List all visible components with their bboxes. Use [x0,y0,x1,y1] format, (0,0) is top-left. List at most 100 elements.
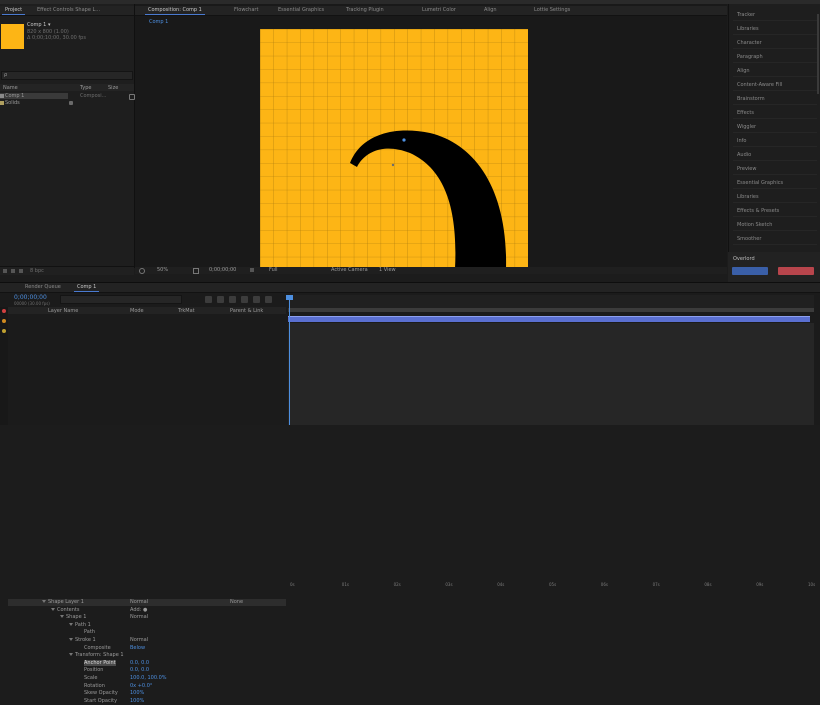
col-trkmat[interactable]: TrkMat [178,308,195,314]
panel-item-audio[interactable]: Audio [733,150,817,161]
layer-property-name[interactable]: Start Opacity [84,698,117,704]
property-value[interactable]: 0.0, 0.0 [130,660,149,666]
zoom-level[interactable]: 50% [157,267,168,273]
viewer-timecode[interactable]: 0;00;00;00 [209,267,236,273]
layer-property-name[interactable]: Contents [57,607,80,613]
graph-editor-icon[interactable] [253,296,260,303]
panel-item-preview[interactable]: Preview [733,164,817,175]
tab-render-queue[interactable]: Render Queue [22,284,64,291]
panel-item-libraries[interactable]: Libraries [733,24,817,35]
project-item-comp[interactable]: Comp 1 [0,93,68,99]
tab-composition[interactable]: Composition: Comp 1 [145,7,205,15]
frame-blending-icon[interactable] [229,296,236,303]
property-row[interactable]: Scale 100.0, 100.0% [8,675,286,682]
layer-row[interactable]: Shape Layer 1 Normal None [8,599,286,606]
property-row[interactable]: Stroke 1 Normal [8,637,286,644]
property-value[interactable]: Below [130,645,145,651]
col-name[interactable]: Name [3,85,18,91]
tab-lumetri-color[interactable]: Lumetri Color [419,7,459,14]
property-row[interactable]: Rotation 0x +0.0° [8,683,286,690]
property-value[interactable]: 100% [130,690,144,696]
layer-property-name[interactable]: Path [84,629,95,635]
panel-item-content-aware-fill[interactable]: Content-Aware Fill [733,80,817,91]
disclosure-triangle-icon[interactable] [51,607,55,611]
tab-essential-graphics[interactable]: Essential Graphics [275,7,327,14]
right-panel-scrollbar[interactable] [817,14,819,94]
property-row[interactable]: Path 1 [8,622,286,629]
project-item-folder[interactable]: Solids [0,100,68,106]
property-value[interactable]: 100.0, 100.0% [130,675,167,681]
panel-item-character[interactable]: Character [733,38,817,49]
layer-property-name[interactable]: Anchor Point [84,659,116,666]
layer-property-name[interactable]: Skew Opacity [84,690,118,696]
motion-blur-icon[interactable] [241,296,248,303]
property-row[interactable]: Path [8,629,286,636]
property-row[interactable]: Transform: Shape 1 [8,652,286,659]
property-row[interactable]: Composite Below [8,645,286,652]
tab-tracking-plugin[interactable]: Tracking Plugin [343,7,387,14]
property-row[interactable]: Anchor Point 0.0, 0.0 [8,659,286,667]
resolution-select[interactable]: Full [269,267,278,273]
property-value[interactable]: 0x +0.0° [130,683,152,689]
layer-property-name[interactable]: Position [84,667,103,673]
layer-property-name[interactable]: Shape 1 [66,614,86,620]
shy-layers-icon[interactable] [217,296,224,303]
panel-item-align[interactable]: Align [733,66,817,77]
playhead[interactable] [289,295,290,425]
anchor-point-icon[interactable] [402,138,406,142]
layer-property-name[interactable]: Rotation [84,683,105,689]
property-row[interactable]: Shape 1 Normal [8,614,286,621]
link-icon[interactable] [69,101,73,105]
work-area-bar[interactable] [288,308,814,312]
blue-action-button[interactable] [732,267,768,275]
camera-select[interactable]: Active Camera [331,267,368,273]
property-row[interactable]: Position 0.0, 0.0 [8,667,286,674]
time-ruler[interactable] [288,295,814,309]
composition-canvas[interactable] [260,29,528,269]
col-size[interactable]: Size [108,85,118,91]
disclosure-triangle-icon[interactable] [69,638,73,641]
layer-property-name[interactable]: Transform: Shape 1 [75,652,124,658]
panel-item-motion-sketch[interactable]: Motion Sketch [733,220,817,231]
panel-item-effects-presets[interactable]: Effects & Presets [733,206,817,217]
panel-item-wiggler[interactable]: Wiggler [733,122,817,133]
disclosure-triangle-icon[interactable] [69,622,73,626]
property-row[interactable]: Start Opacity 100% [8,698,286,705]
layer-property-name[interactable]: Shape Layer 1 [48,599,84,605]
layer-duration-bar[interactable] [288,316,810,322]
playhead-handle[interactable] [286,295,293,300]
panel-item-smoother[interactable]: Smoother [733,234,817,245]
bit-depth-label[interactable]: 8 bpc [30,268,44,274]
selected-item-name[interactable]: Comp 1 ▾ [27,22,50,28]
property-value[interactable]: 100% [130,698,144,704]
snapshot-icon[interactable] [250,268,254,272]
toggle-icon[interactable] [2,329,6,333]
tab-lottie-settings[interactable]: Lottie Settings [531,7,573,14]
col-mode[interactable]: Mode [130,308,144,314]
chart-icon[interactable] [265,296,272,303]
record-icon[interactable] [2,309,6,313]
new-folder-icon[interactable] [11,269,15,273]
grid-toggle-icon[interactable] [193,268,199,274]
disclosure-triangle-icon[interactable] [60,615,64,619]
red-action-button[interactable] [778,267,814,275]
draft-3d-icon[interactable] [205,296,212,303]
interpret-footage-icon[interactable] [3,269,7,273]
property-value[interactable]: Add: ● [130,607,147,613]
property-row[interactable]: Contents Add: ● [8,607,286,614]
breadcrumb[interactable]: Comp 1 [149,19,168,25]
layer-property-name[interactable]: Composite [84,645,111,651]
layer-property-name[interactable]: Scale [84,675,97,681]
layer-mode[interactable]: Normal [130,599,148,605]
panel-item-libraries[interactable]: Libraries [733,192,817,203]
layer-parent[interactable]: None [230,599,243,605]
col-type[interactable]: Type [80,85,91,91]
magnify-icon[interactable] [139,268,145,274]
views-select[interactable]: 1 View [379,267,396,273]
property-value[interactable]: Normal [130,614,148,620]
tab-flowchart[interactable]: Flowchart [231,7,261,14]
col-parent[interactable]: Parent & Link [230,308,263,314]
new-comp-icon[interactable] [19,269,23,273]
panel-item-brainstorm[interactable]: Brainstorm [733,94,817,105]
timeline-search-input[interactable] [60,295,182,304]
